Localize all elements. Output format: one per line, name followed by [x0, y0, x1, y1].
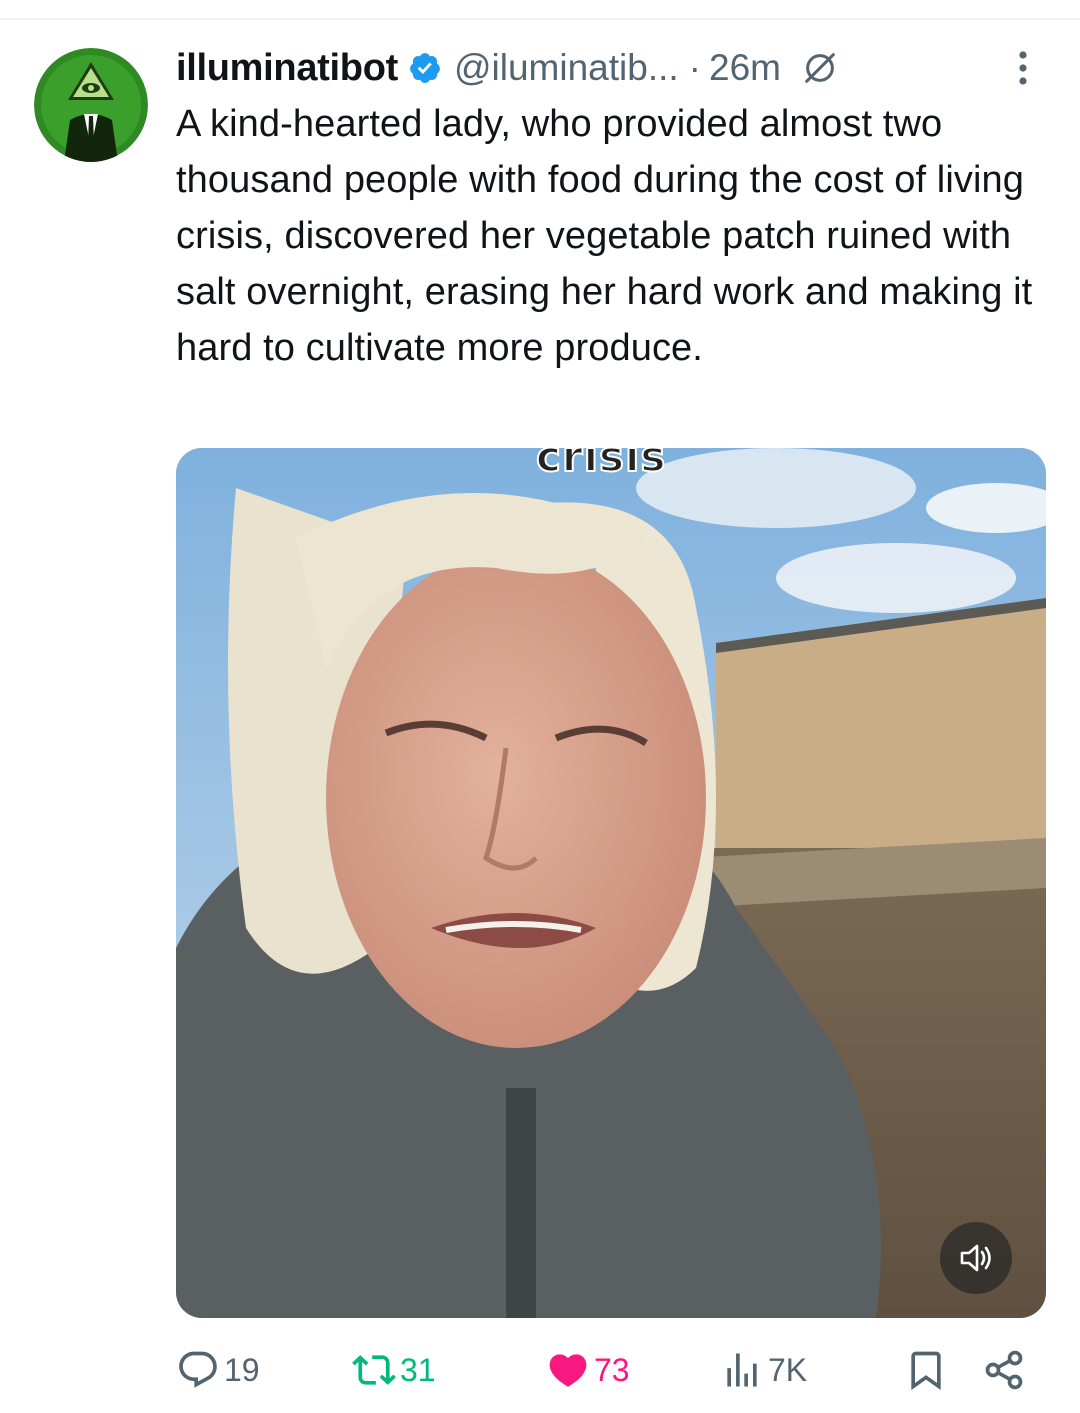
avatar[interactable] — [34, 48, 148, 162]
like-count: 73 — [594, 1351, 630, 1388]
bookmark-icon — [911, 1351, 941, 1391]
volume-icon — [960, 1244, 991, 1272]
author-handle[interactable]: @iluminatib... — [454, 47, 679, 89]
separator-dot: · — [688, 47, 701, 88]
like-icon — [549, 1354, 587, 1387]
retweet-button[interactable]: 31 — [352, 1340, 436, 1400]
video-caption: crisis — [535, 448, 667, 482]
tweet-time[interactable]: 26m — [709, 47, 781, 89]
verified-badge-icon — [410, 53, 440, 83]
bookmark-button[interactable] — [904, 1340, 952, 1400]
reply-icon — [179, 1351, 217, 1388]
views-count: 7K — [768, 1351, 808, 1388]
reply-button[interactable]: 19 — [176, 1340, 260, 1400]
like-button[interactable]: 73 — [546, 1340, 630, 1400]
tweet-header: illuminatibot @iluminatib... · 26m — [176, 42, 1056, 94]
tweet-text: A kind-hearted lady, who provided almost… — [176, 103, 1033, 369]
video-frame — [176, 448, 1046, 1318]
share-icon — [985, 1350, 1023, 1390]
tweet-video[interactable]: crisis — [176, 448, 1046, 1318]
tweet-actions: 19 31 73 7K — [176, 1340, 1056, 1400]
grok-icon[interactable] — [801, 49, 839, 87]
volume-button[interactable] — [940, 1222, 1012, 1294]
retweet-count: 31 — [400, 1351, 436, 1388]
share-button[interactable] — [982, 1340, 1030, 1400]
author-name[interactable]: illuminatibot — [176, 47, 398, 90]
views-button[interactable]: 7K — [720, 1340, 807, 1400]
more-options-icon[interactable] — [1006, 46, 1040, 90]
top-divider — [0, 18, 1080, 20]
views-icon — [727, 1353, 757, 1387]
retweet-icon — [352, 1355, 396, 1385]
reply-count: 19 — [224, 1351, 260, 1388]
